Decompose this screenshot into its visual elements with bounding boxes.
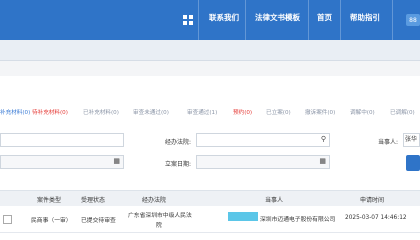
party-label: 当事人: <box>378 139 399 146</box>
case-type-cell: 民商事（一审） <box>31 218 72 224</box>
search-icon[interactable]: ⚲ <box>321 135 326 143</box>
table-row[interactable]: 民商事（一审） 已提交待审查 广东省深圳市中级人民法 院 深圳市迈通电子股份有限… <box>0 206 420 233</box>
apply-time-cell: 2025-03-07 14:46:12 <box>345 215 407 221</box>
tab-mediating[interactable]: 调解中(0) <box>350 108 375 116</box>
tab-pending-supplement[interactable]: 待补充材料(0) <box>32 108 68 116</box>
party-input[interactable]: 张华 <box>403 133 420 147</box>
nav-contact-us[interactable]: 联系我们 <box>209 12 239 23</box>
date-end-input[interactable]: ▦ <box>196 155 330 169</box>
top-navigation-bar: 联系我们 法律文书模板 首页 帮助指引 88 <box>0 0 420 40</box>
status-cell: 已提交待审查 <box>81 218 116 224</box>
court-input[interactable]: ⚲ <box>196 133 330 147</box>
col-apply-time: 申请时间 <box>360 197 385 204</box>
col-party: 当事人 <box>265 197 284 204</box>
date-start-input[interactable]: ▦ <box>0 155 124 169</box>
tab-appointment[interactable]: 预约(0) <box>233 108 252 116</box>
status-tabs: 补充材料(0) 待补充材料(0) 已补充材料(0) 审查未通过(0) 审查通过(… <box>0 104 420 120</box>
calendar-icon[interactable]: ▦ <box>319 157 326 165</box>
col-court: 经办法院 <box>142 197 167 204</box>
case-search-input[interactable] <box>0 133 124 147</box>
court-cell-line1: 广东省深圳市中级人民法 <box>128 213 192 219</box>
court-label: 经办法院: <box>165 139 192 146</box>
tab-filed[interactable]: 已立案(0) <box>266 108 291 116</box>
search-button[interactable] <box>406 155 420 171</box>
redacted-name <box>228 212 258 221</box>
tab-review-passed[interactable]: 审查通过(1) <box>187 108 217 116</box>
col-case-type: 案件类型 <box>37 197 62 204</box>
tab-supplement[interactable]: 补充材料(0) <box>0 108 30 116</box>
row-checkbox[interactable] <box>3 215 12 224</box>
nav-help-guide[interactable]: 帮助指引 <box>350 12 380 23</box>
tab-review-failed[interactable]: 审查未通过(0) <box>133 108 169 116</box>
sub-header <box>0 40 420 61</box>
tab-supplemented[interactable]: 已补充材料(0) <box>83 108 119 116</box>
court-cell-line2: 院 <box>156 223 162 229</box>
nav-home[interactable]: 首页 <box>317 12 332 23</box>
filing-date-label: 立案日期: <box>165 161 192 168</box>
tab-withdrawn[interactable]: 撤诉案件(0) <box>305 108 335 116</box>
grid-icon[interactable] <box>178 10 198 30</box>
tab-mediated[interactable]: 已调解(0) <box>390 108 415 116</box>
party-cell: 深圳市迈通电子股份有限公司 <box>260 217 336 223</box>
nav-legal-templates[interactable]: 法律文书模板 <box>255 12 300 23</box>
user-badge[interactable]: 88 <box>406 14 420 26</box>
col-status: 受理状态 <box>81 197 106 204</box>
calendar-icon[interactable]: ▦ <box>113 157 120 165</box>
